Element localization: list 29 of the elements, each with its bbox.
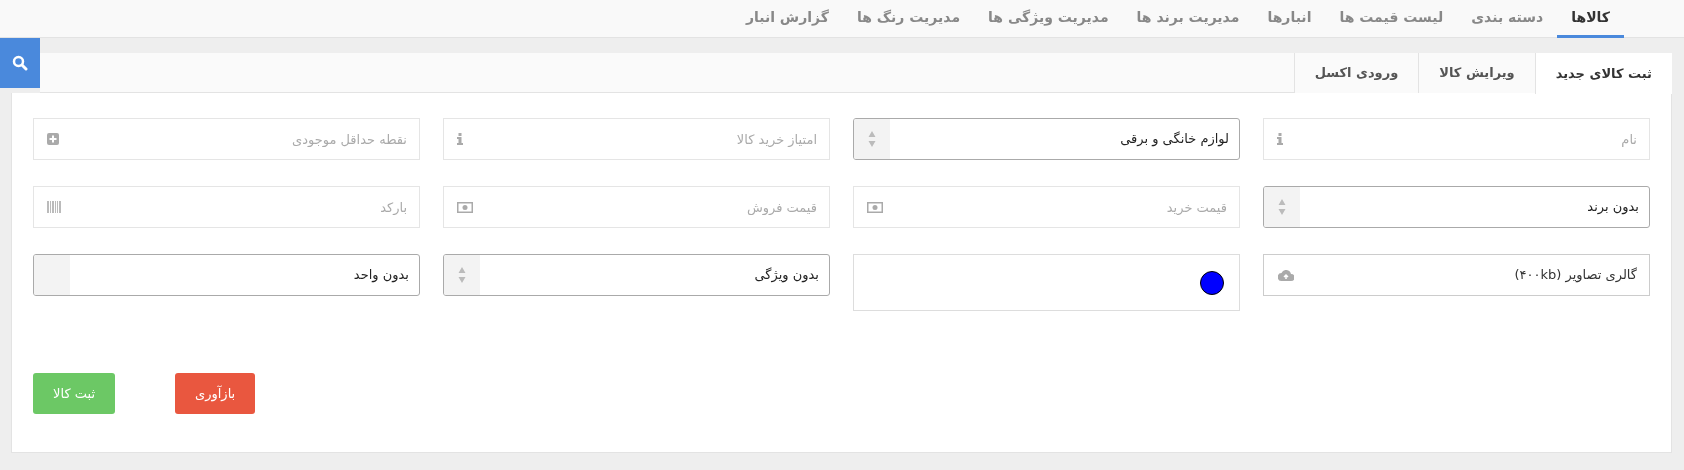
text-field[interactable]: نام: [1263, 118, 1650, 160]
spinner-arrows-icon: [868, 130, 876, 148]
banknote-icon: [867, 201, 883, 213]
select-field[interactable]: بدون ویژگی: [443, 254, 830, 296]
spinner-arrows-icon: [458, 266, 466, 284]
text-field[interactable]: قیمت خرید: [853, 186, 1240, 228]
plus-square-icon: [47, 133, 59, 145]
reset-button[interactable]: بازآوری: [175, 373, 256, 414]
info-icon: [457, 133, 463, 145]
form-tab[interactable]: ثبت کالای جدید: [1534, 53, 1672, 94]
select-field[interactable]: لوازم خانگی و برقی: [853, 118, 1240, 160]
barcode-icon: [47, 201, 61, 213]
select-field[interactable]: بدون واحد: [33, 254, 420, 296]
text-field[interactable]: بارکد: [33, 186, 420, 228]
info-icon: [1277, 133, 1283, 145]
color-field[interactable]: [853, 254, 1240, 311]
text-field[interactable]: نقطه حداقل موجودی: [33, 118, 420, 160]
form-tab[interactable]: ورودی اکسل: [1293, 53, 1419, 93]
search-button[interactable]: [0, 38, 40, 88]
form-tab[interactable]: ویرایش کالا: [1418, 53, 1535, 93]
cloud-upload-icon: [1278, 269, 1294, 281]
banknote-icon: [457, 201, 473, 213]
spinner-arrows-icon: [1278, 198, 1286, 216]
text-field[interactable]: امتیاز خرید کالا: [443, 118, 830, 160]
search-icon: [12, 55, 28, 71]
nav-tab[interactable]: کالاها: [1557, 0, 1624, 38]
file-upload-field[interactable]: گالری تصاویر (۴۰۰kb): [1263, 254, 1650, 296]
text-field[interactable]: قیمت فروش: [443, 186, 830, 228]
select-field[interactable]: بدون برند: [1263, 186, 1650, 228]
